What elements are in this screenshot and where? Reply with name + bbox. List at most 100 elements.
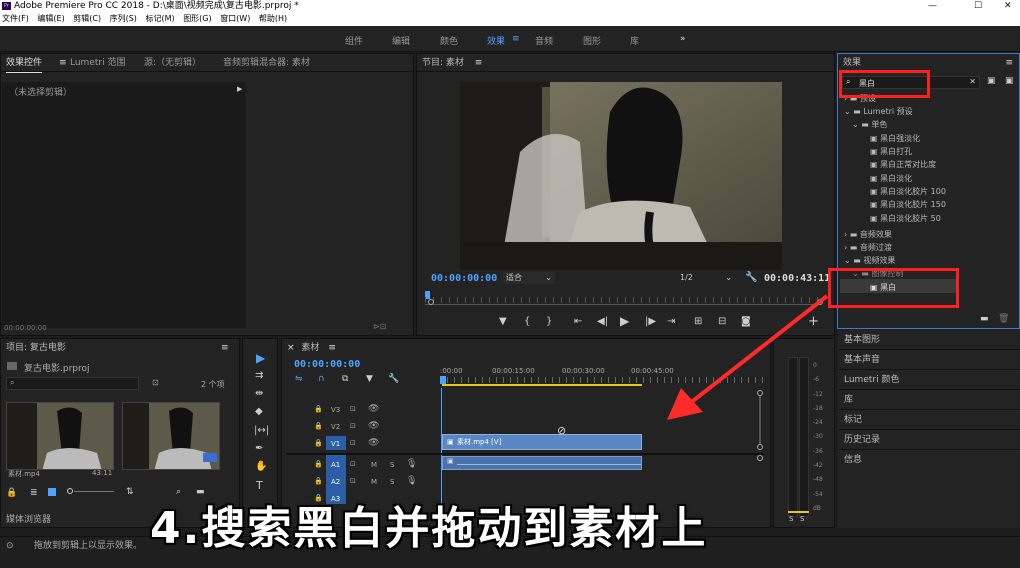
scrub-start-handle[interactable] — [428, 299, 434, 305]
timeline-sequence-name[interactable]: 素材 — [301, 343, 319, 353]
tree-item-bw-strong-fade[interactable]: ▣ 黑白强淡化 — [870, 133, 920, 144]
menu-clip[interactable]: 剪辑(C) — [73, 14, 101, 23]
clear-search-icon[interactable]: ✕ — [969, 77, 976, 86]
tree-item-audio-transitions[interactable]: › ▬ 音频过渡 — [844, 242, 892, 253]
lock-icon[interactable]: 🔒 — [6, 488, 17, 498]
icon-view-icon[interactable] — [48, 488, 56, 496]
menu-help[interactable]: 帮助(H) — [259, 14, 287, 23]
snap-icon[interactable]: ∩ — [318, 374, 325, 384]
eye-icon[interactable]: 👁 — [368, 404, 379, 414]
pen-tool-icon[interactable]: ✒ — [255, 443, 263, 454]
ripple-edit-tool-icon[interactable]: ⇹ — [255, 388, 263, 399]
timeline-current-timecode[interactable]: 00:00:00:00 — [294, 359, 360, 370]
workspace-color[interactable]: 颜色 — [440, 34, 458, 47]
track-label-v1[interactable]: V1 — [331, 440, 340, 448]
nest-icon[interactable]: ⇋ — [295, 374, 303, 384]
panel-markers[interactable]: 标记 — [838, 410, 1020, 430]
filter-icon[interactable]: ⊳⊡ — [373, 322, 386, 331]
tree-item-bw-fade-film-150[interactable]: ▣ 黑白淡化胶片 150 — [870, 199, 946, 210]
workspace-graphics[interactable]: 图形 — [583, 34, 601, 47]
workspace-more-icon[interactable]: » — [680, 34, 686, 44]
tree-item-bw-normal-contrast[interactable]: ▣ 黑白正常对比度 — [870, 159, 936, 170]
timeline-marker-icon[interactable]: ▼ — [366, 374, 373, 384]
timeline-settings-icon[interactable]: 🔧 — [388, 374, 399, 384]
panel-libraries[interactable]: 库 — [838, 390, 1020, 410]
track-lock-icon[interactable]: 🔒 — [314, 422, 323, 430]
workspace-assembly[interactable]: 组件 — [345, 34, 363, 47]
project-thumbnail-2[interactable] — [122, 402, 220, 470]
sync-lock-icon[interactable]: ⊡ — [350, 439, 356, 447]
sync-lock-icon[interactable]: ⊡ — [350, 422, 356, 430]
timeline-menu-icon[interactable]: ≡ — [328, 343, 336, 353]
zoom-slider-handle[interactable] — [67, 488, 73, 494]
microphone-icon[interactable]: 🎙 — [406, 459, 417, 469]
slip-tool-icon[interactable]: |↔| — [254, 425, 269, 436]
media-browser-tab[interactable]: 媒体浏览器 — [6, 512, 51, 525]
tab-audio-clip-mixer[interactable]: 音频剪辑混合器: 素材 — [223, 54, 310, 72]
tree-item-audio-effects[interactable]: › ▬ 音频效果 — [844, 229, 892, 240]
tree-item-monochrome[interactable]: ⌄ ▬ 单色 — [852, 119, 887, 130]
yuv-effects-icon[interactable]: ▣ — [1005, 76, 1014, 86]
sync-lock-icon[interactable]: ⊡ — [350, 405, 356, 413]
panel-essential-graphics[interactable]: 基本图形 — [838, 330, 1020, 350]
zoom-slider[interactable] — [74, 491, 114, 492]
hand-tool-icon[interactable]: ✋ — [255, 461, 267, 472]
quality-dropdown[interactable]: 1/2 ⌄ — [680, 272, 735, 284]
track-lock-icon[interactable]: 🔒 — [314, 460, 323, 468]
mute-button[interactable]: M — [371, 478, 377, 486]
project-thumbnail-1[interactable] — [6, 402, 114, 470]
workspace-editing[interactable]: 编辑 — [392, 34, 410, 47]
video-clip[interactable]: ▣ 素材.mp4 [V] — [442, 434, 642, 450]
panel-lumetri-color[interactable]: Lumetri 颜色 — [838, 370, 1020, 390]
track-select-tool-icon[interactable]: ⇉ — [255, 370, 263, 381]
tree-item-video-effects[interactable]: ⌄ ▬ 视频效果 — [844, 255, 895, 266]
scroll-handle-mid[interactable] — [757, 444, 763, 450]
microphone-icon[interactable]: 🎙 — [406, 476, 417, 486]
sync-lock-icon[interactable]: ⊡ — [350, 460, 356, 468]
tree-item-bw-punch[interactable]: ▣ 黑白打孔 — [870, 146, 912, 157]
add-marker-button[interactable]: ▼ — [499, 316, 507, 327]
track-label-a1[interactable]: A1 — [331, 461, 340, 469]
track-lock-icon[interactable]: 🔒 — [314, 439, 323, 447]
menu-sequence[interactable]: 序列(S) — [110, 14, 137, 23]
program-current-timecode[interactable]: 00:00:00:00 — [431, 273, 497, 284]
close-button[interactable]: ✕ — [1004, 0, 1012, 12]
new-bin-from-search-icon[interactable]: ⊡ — [152, 378, 159, 387]
audio-clip[interactable]: ▣ — [442, 456, 642, 470]
maximize-button[interactable]: ☐ — [974, 0, 982, 12]
sync-lock-icon[interactable]: ⊡ — [350, 477, 356, 485]
track-lock-icon[interactable]: 🔒 — [314, 477, 323, 485]
fit-dropdown[interactable]: 适合 ⌄ — [503, 272, 555, 284]
tree-item-lumetri-presets[interactable]: ⌄ ▬ Lumetri 预设 — [844, 106, 913, 117]
menu-edit[interactable]: 编辑(E) — [37, 14, 64, 23]
new-folder-icon[interactable]: ▬ — [980, 314, 989, 324]
panel-essential-sound[interactable]: 基本声音 — [838, 350, 1020, 370]
solo-button[interactable]: S — [390, 478, 394, 486]
minimize-button[interactable]: — — [928, 0, 937, 12]
workspace-menu-icon[interactable]: ≡ — [512, 34, 520, 44]
panel-history[interactable]: 历史记录 — [838, 430, 1020, 450]
tree-item-bw-fade-film-50[interactable]: ▣ 黑白淡化胶片 50 — [870, 213, 941, 224]
menu-marker[interactable]: 标记(M) — [145, 14, 174, 23]
menu-window[interactable]: 窗口(W) — [220, 14, 250, 23]
type-tool-icon[interactable]: T — [256, 479, 263, 492]
tree-item-bw-fade[interactable]: ▣ 黑白淡化 — [870, 173, 912, 184]
workspace-audio[interactable]: 音频 — [535, 34, 553, 47]
go-to-in-button[interactable]: ⇤ — [574, 316, 582, 327]
solo-button[interactable]: S — [390, 461, 394, 469]
workspace-effects[interactable]: 效果 — [487, 34, 505, 47]
eye-icon[interactable]: 👁 — [368, 421, 379, 431]
workspace-libraries[interactable]: 库 — [630, 34, 639, 47]
track-lock-icon[interactable]: 🔒 — [314, 405, 323, 413]
list-view-icon[interactable]: ≣ — [30, 488, 38, 498]
mark-out-button[interactable]: } — [546, 316, 552, 327]
scroll-handle-audio[interactable] — [757, 455, 763, 461]
tree-item-bw-fade-film-100[interactable]: ▣ 黑白淡化胶片 100 — [870, 186, 946, 197]
linked-selection-icon[interactable]: ⧉ — [342, 374, 348, 384]
mute-button[interactable]: M — [371, 461, 377, 469]
delete-icon[interactable]: 🗑 — [998, 314, 1009, 324]
tab-effect-controls[interactable]: 效果控件 — [6, 54, 43, 73]
panel-info[interactable]: 信息 — [838, 450, 1020, 470]
razor-tool-icon[interactable]: ◆ — [255, 406, 263, 417]
project-search-input[interactable]: ⌕ — [6, 377, 139, 390]
